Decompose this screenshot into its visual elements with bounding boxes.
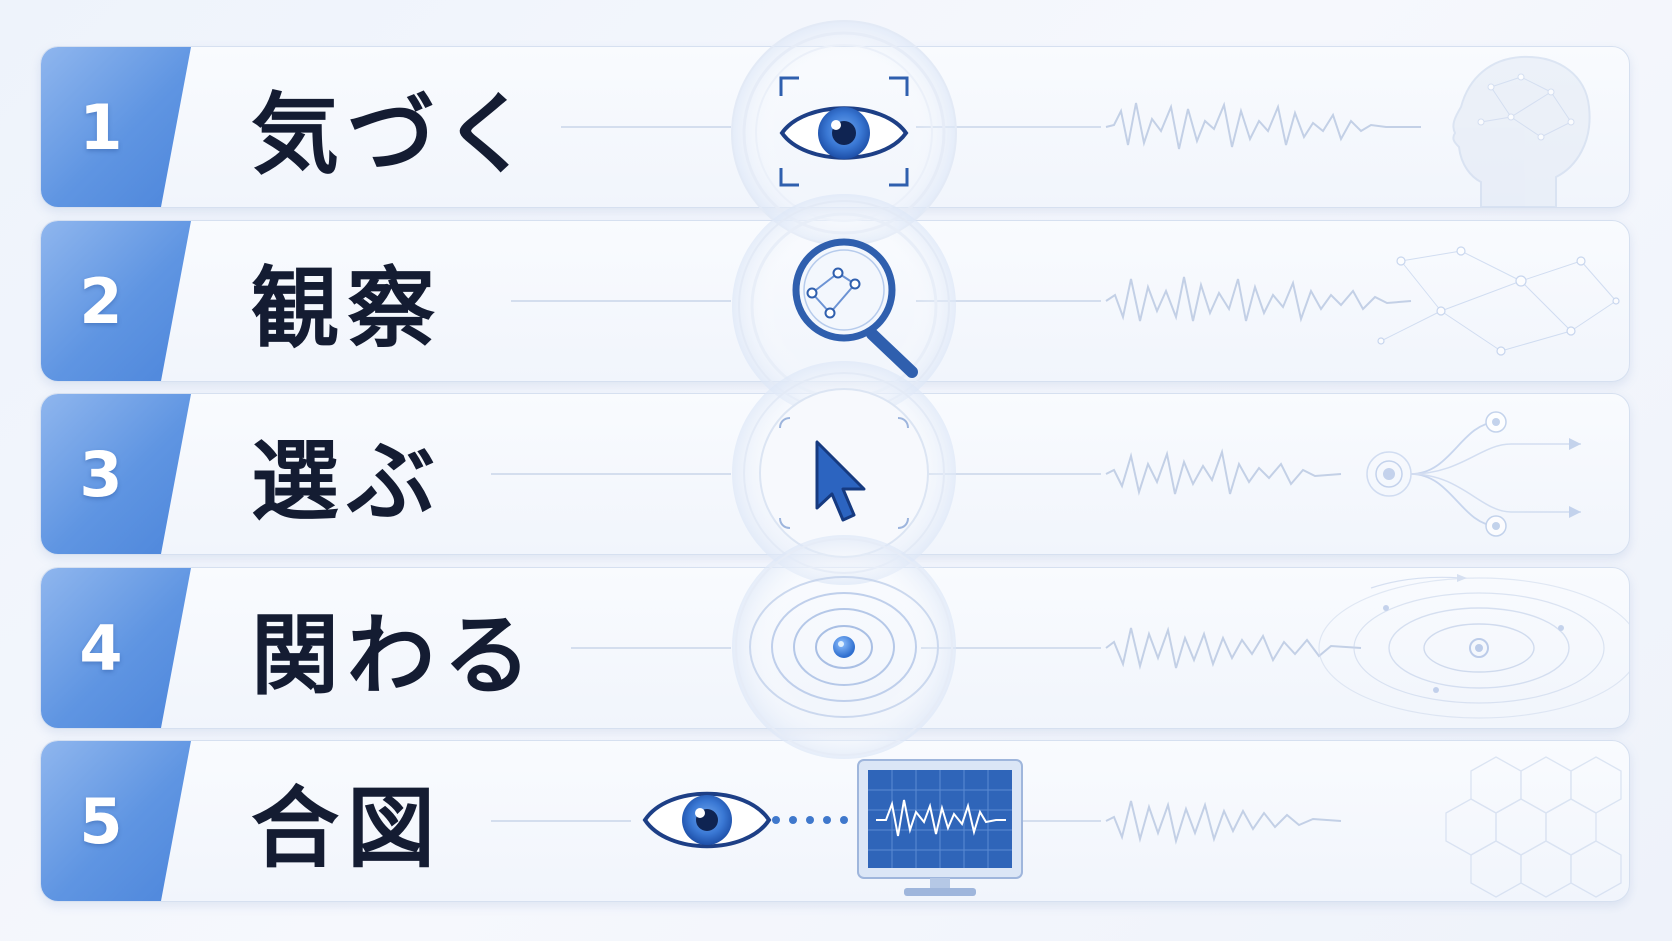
branch-icon (1366, 411, 1581, 537)
step-row-1: 1 気づく (40, 46, 1630, 208)
step-row-graphics (511, 246, 1620, 356)
step-row-3: 3 選ぶ (40, 393, 1630, 555)
steps-diagram: 1 気づく 2 観察 3 選ぶ 4 関わる 5 合図 (0, 0, 1672, 941)
brain-head-icon (1452, 55, 1591, 207)
step-row-graphics (491, 756, 1622, 898)
step-row-graphics (571, 574, 1629, 719)
step-row-4: 4 関わる (40, 567, 1630, 729)
step-row-graphics (491, 411, 1581, 537)
step-row-5: 5 合図 (40, 740, 1630, 902)
orbit-icon (1318, 574, 1629, 719)
step-row-graphics (561, 55, 1591, 207)
hexagon-pattern-icon (1445, 756, 1622, 898)
network-icon (1377, 246, 1620, 356)
step-row-2: 2 観察 (40, 220, 1630, 382)
